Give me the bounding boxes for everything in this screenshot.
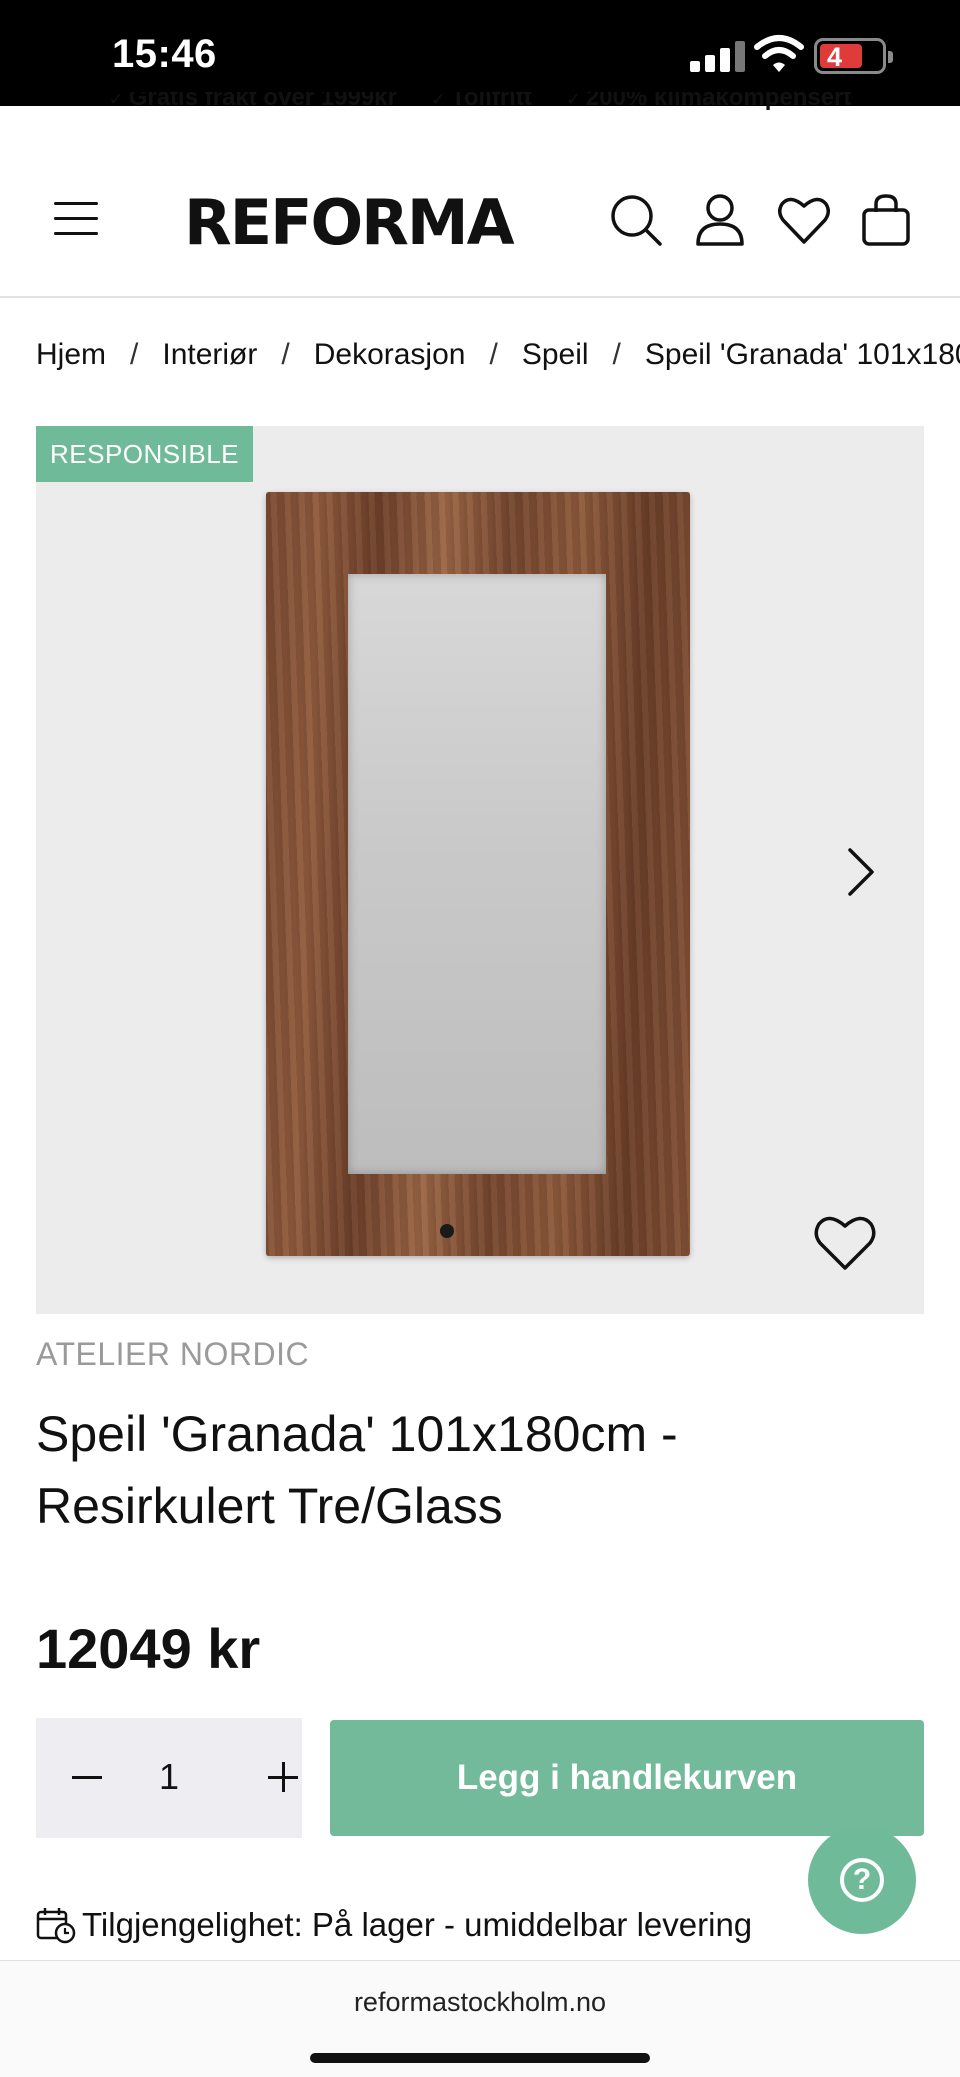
- status-bar: 15:46 4: [0, 0, 960, 106]
- breadcrumb-mirrors[interactable]: Speil: [522, 338, 589, 371]
- site-header: REFORMA: [0, 122, 960, 298]
- mirror-glass: [348, 574, 606, 1174]
- help-button[interactable]: ?: [808, 1826, 916, 1934]
- gallery-dot[interactable]: [440, 1224, 454, 1238]
- status-time: 15:46: [112, 32, 217, 76]
- usp-item: Gratis frakt over 1999kr: [109, 92, 397, 112]
- quantity-stepper: 1: [36, 1718, 302, 1838]
- availability-row: Tilgjengelighet: På lager - umiddelbar l…: [36, 1906, 776, 1944]
- question-icon: ?: [840, 1858, 884, 1902]
- quantity-value[interactable]: 1: [154, 1756, 184, 1798]
- usp-item: 200% klimakompensert: [566, 92, 851, 112]
- breadcrumb-interior[interactable]: Interiør: [162, 338, 257, 371]
- heart-icon[interactable]: [776, 192, 832, 248]
- search-icon[interactable]: [608, 192, 664, 248]
- browser-url-bar[interactable]: reformastockholm.no: [0, 1960, 960, 2077]
- add-to-cart-button[interactable]: Legg i handlekurven: [330, 1720, 924, 1836]
- account-icon[interactable]: [692, 192, 748, 248]
- chevron-right-icon[interactable]: [840, 842, 880, 902]
- calendar-clock-icon: [36, 1908, 76, 1944]
- menu-icon[interactable]: [54, 200, 98, 236]
- product-image: [266, 492, 690, 1256]
- product-price: 12049 kr: [36, 1617, 261, 1680]
- availability-text: Tilgjengelighet: På lager - umiddelbar l…: [82, 1906, 753, 1943]
- battery-level: 4: [827, 42, 843, 72]
- wishlist-heart-icon[interactable]: [812, 1212, 878, 1272]
- cellular-signal-icon: [690, 40, 746, 72]
- home-indicator[interactable]: [310, 2053, 650, 2063]
- breadcrumb-decoration[interactable]: Dekorasjon: [314, 338, 466, 371]
- responsible-badge: RESPONSIBLE: [36, 426, 254, 482]
- site-logo[interactable]: REFORMA: [184, 186, 515, 259]
- increase-quantity-button[interactable]: [268, 1762, 298, 1792]
- product-title: Speil 'Granada' 101x180cm - Resirkulert …: [36, 1406, 678, 1534]
- breadcrumb-current: Speil 'Granada' 101x180cm - Resirkulert …: [644, 338, 960, 371]
- product-brand[interactable]: ATELIER NORDIC: [36, 1336, 309, 1373]
- gallery-dots: [440, 1224, 454, 1238]
- product-gallery[interactable]: RESPONSIBLE: [36, 426, 924, 1314]
- breadcrumb-home[interactable]: Hjem: [36, 338, 106, 371]
- usp-item: Tollfritt: [431, 92, 532, 112]
- wifi-icon: [754, 35, 804, 72]
- cart-icon[interactable]: [858, 192, 914, 248]
- usp-strip: Gratis frakt over 1999kr Tollfritt 200% …: [0, 92, 960, 122]
- url-text[interactable]: reformastockholm.no: [0, 1987, 960, 2018]
- breadcrumb: Hjem / Interiør / Dekorasjon / Speil / Speil 'Gr…: [36, 338, 960, 372]
- decrease-quantity-button[interactable]: [72, 1776, 102, 1779]
- battery-icon: 4: [814, 38, 893, 74]
